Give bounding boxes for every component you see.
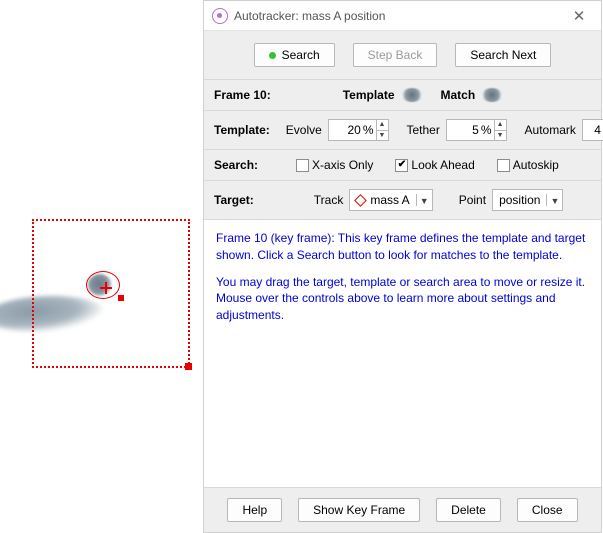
target-marker[interactable]: [100, 282, 112, 294]
search-button-label: Search: [282, 48, 320, 62]
tether-unit: %: [481, 120, 494, 140]
track-select[interactable]: mass A ▼: [349, 189, 432, 211]
target-label: Target:: [214, 193, 254, 207]
point-label: Point: [459, 193, 486, 207]
show-key-frame-button[interactable]: Show Key Frame: [298, 498, 420, 522]
xaxis-only-checkbox[interactable]: X-axis Only: [296, 158, 373, 172]
diamond-icon: [354, 194, 367, 207]
help-label: Help: [242, 503, 267, 517]
help-button[interactable]: Help: [227, 498, 282, 522]
search-next-label: Search Next: [470, 48, 536, 62]
chevron-down-icon[interactable]: ▼: [546, 194, 562, 206]
point-value: position: [499, 193, 540, 207]
search-options-row: Search: X-axis Only Look Ahead Autoskip: [204, 150, 601, 181]
evolve-up-icon[interactable]: ▲: [377, 120, 388, 131]
track-label: Track: [314, 193, 344, 207]
frame-label: Frame 10:: [214, 88, 271, 102]
track-value: mass A: [370, 193, 409, 207]
template-settings-label: Template:: [214, 123, 270, 137]
window-title: Autotracker: mass A position: [234, 9, 563, 23]
delete-button[interactable]: Delete: [436, 498, 501, 522]
dialog-footer: Help Show Key Frame Delete Close: [204, 488, 601, 532]
tether-input[interactable]: [447, 120, 481, 140]
step-back-button[interactable]: Step Back: [353, 43, 438, 67]
template-resize-handle[interactable]: [118, 295, 124, 301]
evolve-label: Evolve: [286, 123, 322, 137]
evolve-down-icon[interactable]: ▼: [377, 131, 388, 141]
checkbox-checked-icon: [395, 159, 408, 172]
titlebar: Autotracker: mass A position ✕: [204, 1, 601, 31]
info-paragraph-1: Frame 10 (key frame): This key frame def…: [216, 230, 589, 264]
target-row: Target: Track mass A ▼ Point position ▼: [204, 181, 601, 220]
play-indicator-icon: [269, 52, 276, 59]
tether-down-icon[interactable]: ▼: [495, 131, 506, 141]
automark-label: Automark: [525, 123, 576, 137]
checkbox-icon: [296, 159, 309, 172]
info-paragraph-2: You may drag the target, template or sea…: [216, 274, 589, 324]
search-button[interactable]: Search: [254, 43, 335, 67]
video-viewport[interactable]: [0, 0, 203, 533]
app-icon: [212, 8, 228, 24]
match-patch-preview: [481, 88, 503, 102]
xaxis-only-label: X-axis Only: [312, 158, 373, 172]
autoskip-checkbox[interactable]: Autoskip: [497, 158, 559, 172]
evolve-spinner[interactable]: % ▲▼: [328, 119, 389, 141]
look-ahead-checkbox[interactable]: Look Ahead: [395, 158, 474, 172]
search-area-resize-handle[interactable]: [185, 363, 192, 370]
search-toolbar: Search Step Back Search Next: [204, 31, 601, 80]
search-next-button[interactable]: Search Next: [455, 43, 551, 67]
checkbox-icon: [497, 159, 510, 172]
look-ahead-label: Look Ahead: [411, 158, 474, 172]
tether-up-icon[interactable]: ▲: [495, 120, 506, 131]
show-key-frame-label: Show Key Frame: [313, 503, 405, 517]
match-patch-label: Match: [441, 88, 476, 102]
automark-spinner[interactable]: ▲▼: [582, 119, 603, 141]
automark-input[interactable]: [583, 120, 603, 140]
template-patch-label: Template: [343, 88, 395, 102]
info-panel: Frame 10 (key frame): This key frame def…: [204, 220, 601, 488]
close-label: Close: [532, 503, 563, 517]
template-patch-preview: [401, 88, 423, 102]
frame-row: Frame 10: Template Match: [204, 80, 601, 111]
autotracker-dialog: Autotracker: mass A position ✕ Search St…: [203, 0, 602, 533]
tether-spinner[interactable]: % ▲▼: [446, 119, 507, 141]
tether-label: Tether: [407, 123, 440, 137]
close-icon[interactable]: ✕: [563, 7, 595, 25]
close-button[interactable]: Close: [517, 498, 578, 522]
evolve-input[interactable]: [329, 120, 363, 140]
chevron-down-icon[interactable]: ▼: [416, 194, 432, 206]
autoskip-label: Autoskip: [513, 158, 559, 172]
step-back-label: Step Back: [368, 48, 423, 62]
point-select[interactable]: position ▼: [492, 189, 563, 211]
evolve-unit: %: [363, 120, 376, 140]
template-settings-row: Template: Evolve % ▲▼ Tether % ▲▼ Automa…: [204, 111, 601, 150]
delete-label: Delete: [451, 503, 486, 517]
search-options-label: Search:: [214, 158, 258, 172]
